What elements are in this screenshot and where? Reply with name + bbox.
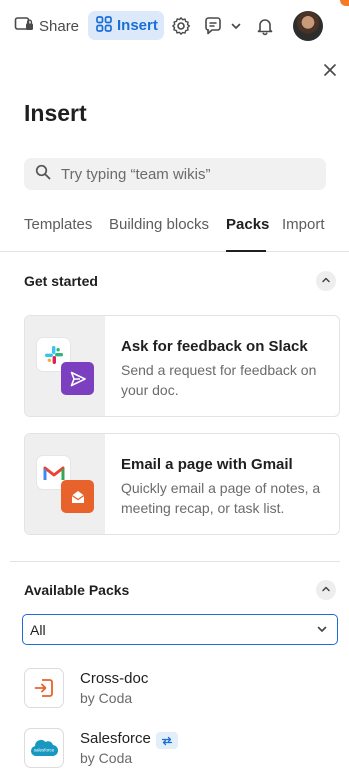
card-title: Ask for feedback on Slack (121, 338, 308, 355)
svg-text:salesforce: salesforce (34, 748, 55, 753)
chevron-up-icon (321, 581, 331, 599)
available-packs-heading: Available Packs (24, 582, 130, 598)
tab-templates[interactable]: Templates (24, 216, 92, 233)
share-label: Share (39, 17, 80, 35)
salesforce-icon: salesforce (24, 728, 64, 768)
card-art (25, 434, 105, 534)
section-divider (10, 561, 340, 562)
insert-button[interactable]: Insert (88, 11, 164, 40)
card-description: Quickly email a page of notes, a meeting… (121, 480, 321, 516)
send-icon (61, 362, 94, 395)
insert-grid-icon (96, 15, 112, 36)
pack-filter-value: All (30, 621, 46, 638)
comment-icon[interactable] (201, 14, 225, 38)
gmail-email-card[interactable]: Email a page with Gmail Quickly email a … (24, 433, 340, 535)
get-started-heading: Get started (24, 273, 98, 289)
close-icon[interactable] (319, 59, 341, 81)
tab-bar: Templates Building blocks Packs Import (0, 210, 349, 252)
pack-name: Cross-doc (80, 670, 149, 687)
pack-author: by Coda (80, 750, 133, 766)
gear-icon[interactable] (169, 14, 193, 38)
sync-icon (156, 732, 178, 749)
card-description: Send a request for feedback on your doc. (121, 362, 317, 398)
pack-filter-select[interactable]: All (22, 614, 338, 645)
search-box[interactable] (24, 158, 326, 190)
panel-title: Insert (24, 100, 87, 126)
search-icon (35, 164, 51, 185)
collapse-get-started-button[interactable] (316, 271, 336, 291)
chevron-down-icon (316, 622, 328, 638)
bell-icon[interactable] (253, 14, 277, 38)
top-toolbar: Share Insert (0, 0, 349, 52)
tab-building-blocks[interactable]: Building blocks (109, 216, 209, 233)
insert-label: Insert (117, 17, 158, 34)
card-title: Email a page with Gmail (121, 456, 293, 473)
chevron-down-icon[interactable] (226, 14, 246, 38)
chevron-up-icon (321, 272, 331, 290)
tab-import[interactable]: Import (282, 216, 325, 233)
pack-author: by Coda (80, 690, 133, 706)
notification-marker (340, 0, 349, 6)
avatar[interactable] (293, 11, 323, 41)
active-tab-indicator (226, 250, 266, 252)
share-button[interactable]: Share (14, 12, 79, 40)
share-doc-icon (14, 15, 34, 37)
slack-feedback-card[interactable]: Ask for feedback on Slack Send a request… (24, 315, 340, 417)
pack-item-salesforce[interactable]: salesforce Salesforce by Coda (24, 728, 340, 777)
search-input[interactable] (61, 165, 301, 183)
tab-packs[interactable]: Packs (226, 216, 269, 233)
pack-item-cross-doc[interactable]: Cross-doc by Coda (24, 668, 340, 718)
collapse-available-packs-button[interactable] (316, 580, 336, 600)
mail-icon (61, 480, 94, 513)
cross-doc-icon (24, 668, 64, 708)
card-art (25, 316, 105, 416)
pack-name: Salesforce (80, 730, 151, 747)
